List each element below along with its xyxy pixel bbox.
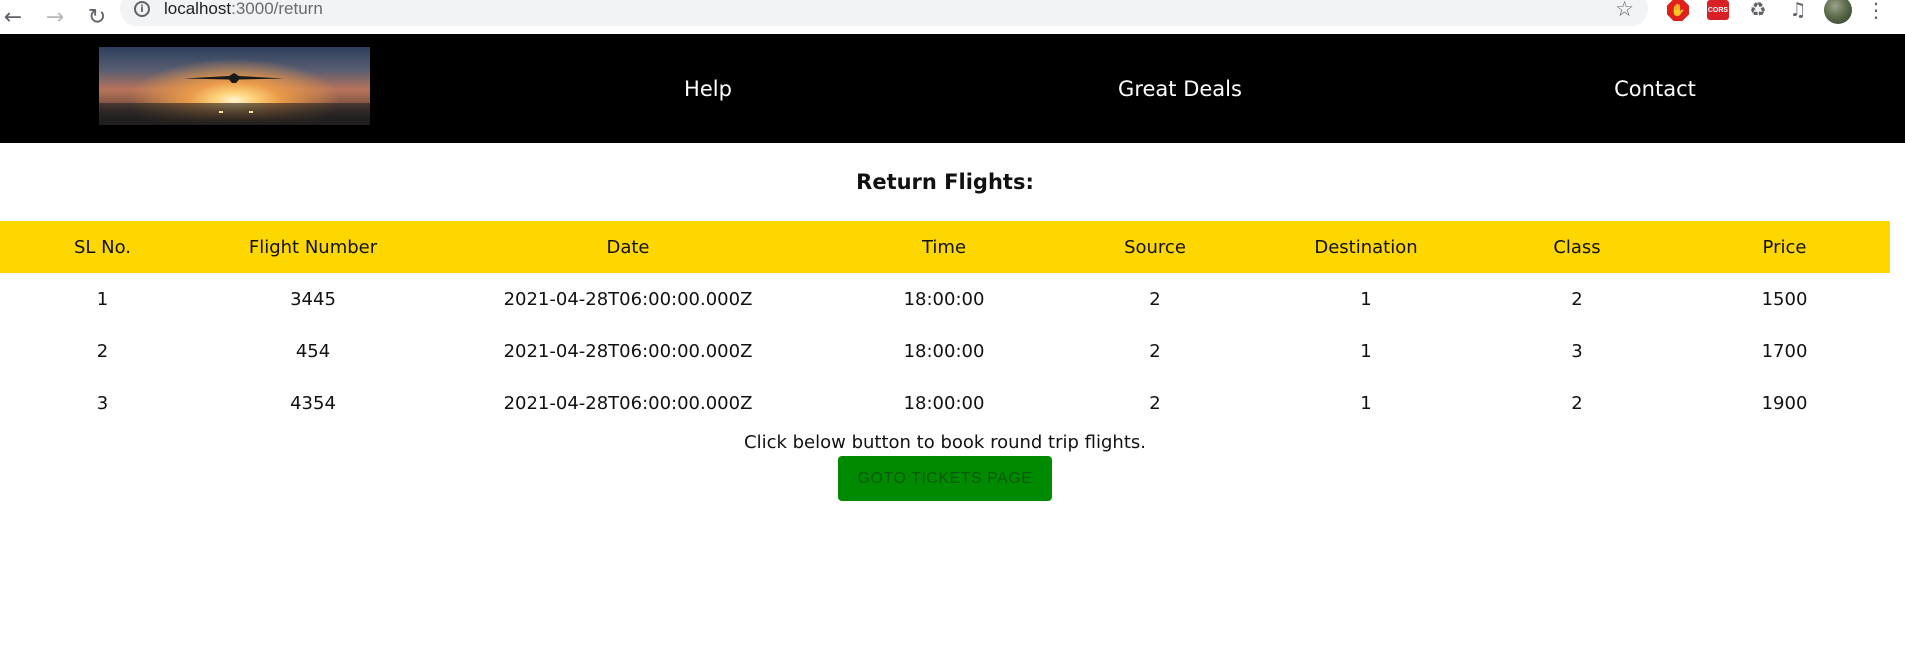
cell-class: 2 [1571, 288, 1583, 310]
cell-sl-no: 2 [96, 340, 109, 362]
adblock-icon[interactable]: ✋ [1666, 0, 1690, 22]
page-title: Return Flights: [856, 170, 1034, 194]
flights-table: SL No. Flight Number Date Time Source De… [0, 221, 1890, 429]
column-header-source: Source [1124, 236, 1186, 258]
back-arrow-icon[interactable]: ← [0, 2, 28, 32]
site-header: Help Great Deals Contact [0, 34, 1905, 143]
cell-destination: 1 [1360, 288, 1372, 310]
cell-price: 1900 [1761, 392, 1808, 414]
cors-badge-text: CORS [1707, 0, 1729, 20]
puzzle-icon[interactable]: ♻ [1746, 0, 1770, 22]
address-bar[interactable]: i localhost:3000/return ☆ [120, 0, 1648, 26]
column-header-class: Class [1553, 236, 1601, 258]
cell-flight-number: 454 [295, 340, 331, 362]
reload-icon[interactable]: ↻ [82, 2, 112, 32]
nav-contact[interactable]: Contact [1580, 34, 1730, 143]
cell-source: 2 [1149, 392, 1161, 414]
kebab-menu-icon[interactable]: ⋮ [1866, 0, 1886, 22]
cell-flight-number: 4354 [290, 392, 336, 414]
airplane-icon [184, 73, 284, 83]
browser-toolbar: ← → ↻ i localhost:3000/return ☆ ✋ CORS ♻… [0, 0, 1905, 34]
column-header-date: Date [606, 236, 650, 258]
cell-sl-no: 1 [96, 288, 109, 310]
url-host: localhost [164, 0, 232, 18]
cell-date: 2021-04-28T06:00:00.000Z [503, 340, 753, 362]
info-icon[interactable]: i [134, 1, 150, 17]
cell-price: 1700 [1761, 340, 1808, 362]
cell-time: 18:00:00 [903, 392, 985, 414]
cors-icon[interactable]: CORS [1706, 0, 1730, 22]
nav-help[interactable]: Help [658, 34, 758, 143]
cell-flight-number: 3445 [290, 288, 336, 310]
goto-tickets-button[interactable]: GOTO TICKETS PAGE [838, 456, 1052, 501]
cell-source: 2 [1149, 288, 1161, 310]
cell-time: 18:00:00 [903, 340, 985, 362]
cell-date: 2021-04-28T06:00:00.000Z [503, 288, 753, 310]
cell-time: 18:00:00 [903, 288, 985, 310]
cell-destination: 1 [1360, 392, 1372, 414]
cell-date: 2021-04-28T06:00:00.000Z [503, 392, 753, 414]
table-header-row: SL No. Flight Number Date Time Source De… [0, 221, 1890, 273]
runway-light [219, 111, 223, 113]
runway-light [249, 111, 253, 113]
media-icon[interactable]: ♫ [1786, 0, 1810, 22]
column-header-time: Time [921, 236, 967, 258]
cell-destination: 1 [1360, 340, 1372, 362]
runway [99, 103, 370, 125]
nav-great-deals[interactable]: Great Deals [1080, 34, 1280, 143]
cell-price: 1500 [1761, 288, 1808, 310]
star-icon[interactable]: ☆ [1615, 0, 1634, 21]
url-text[interactable]: localhost:3000/return [164, 0, 323, 19]
booking-hint: Click below button to book round trip fl… [744, 432, 1146, 453]
cell-class: 2 [1571, 392, 1583, 414]
column-header-price: Price [1762, 236, 1807, 258]
column-header-flight-number: Flight Number [248, 236, 378, 258]
cell-class: 3 [1571, 340, 1583, 362]
forward-arrow-icon: → [45, 4, 65, 30]
cell-sl-no: 3 [96, 392, 109, 414]
logo-image[interactable] [99, 47, 370, 125]
table-row: 3 4354 2021-04-28T06:00:00.000Z 18:00:00… [0, 377, 1890, 429]
avatar[interactable] [1824, 0, 1852, 24]
table-row: 1 3445 2021-04-28T06:00:00.000Z 18:00:00… [0, 273, 1890, 325]
url-path: :3000/return [231, 0, 323, 18]
cell-source: 2 [1149, 340, 1161, 362]
table-row: 2 454 2021-04-28T06:00:00.000Z 18:00:00 … [0, 325, 1890, 377]
column-header-destination: Destination [1314, 236, 1418, 258]
column-header-sl-no: SL No. [73, 236, 132, 258]
